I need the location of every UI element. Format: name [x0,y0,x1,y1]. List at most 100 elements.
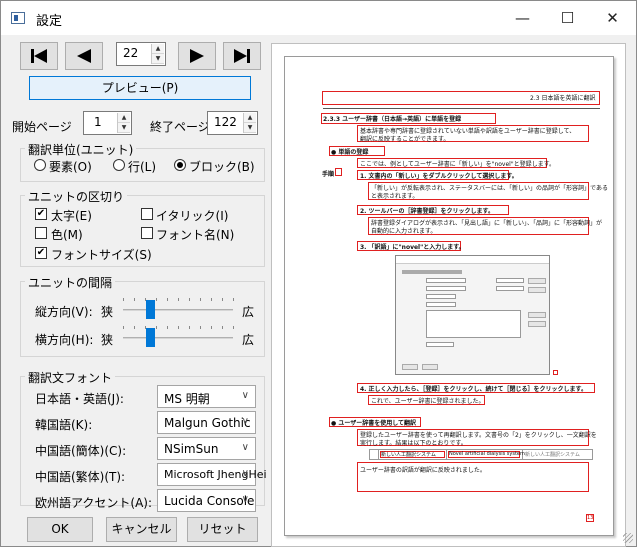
maximize-button[interactable]: ☐ [545,1,590,35]
color-checkbox[interactable] [35,227,47,239]
cancel-button[interactable]: キャンセル [106,517,177,542]
vertical-slider-tick [211,298,212,301]
font-ko-select[interactable]: Malgun Gothic ∨ [157,411,256,434]
chevron-down-icon: ∨ [241,442,249,453]
end-page-spinner[interactable]: 122 ▲ ▼ [207,111,258,135]
font-size-label[interactable]: フォントサイズ(S) [51,246,152,263]
font-eu-select[interactable]: Lucida Console ∨ [157,489,256,512]
radio-element-label[interactable]: 要素(O) [49,158,92,175]
ok-button[interactable]: OK [27,517,93,542]
italic-checkbox[interactable] [141,208,153,220]
spin-down-icon[interactable]: ▼ [244,123,256,133]
minimize-button[interactable]: — [500,1,545,35]
vertical-slider-tick [167,298,168,301]
vertical-slider-tick [123,298,124,301]
next-page-button[interactable] [178,42,216,70]
vertical-slider-tick [156,298,157,301]
start-page-spinner[interactable]: 1 ▲ ▼ [83,111,132,135]
end-page-label: 終了ページ [150,120,210,134]
chevron-down-icon: ∨ [241,390,249,401]
doc-step-2-note-2: 自動的に入力されます。 [371,228,437,235]
first-page-icon [31,49,47,63]
font-name-label[interactable]: フォント名(N) [156,226,234,243]
reset-button[interactable]: リセット [187,517,258,542]
vertical-slider-tick [134,298,135,301]
spin-down-icon[interactable]: ▼ [152,54,164,64]
resize-grip-icon[interactable] [623,533,633,543]
preview-pane[interactable]: 2.3 日本語を英語に翻訳 2.3.3 ユーザー辞書（日本語→英語）に単語を登録… [271,43,626,547]
spacing-group-title: ユニットの間隔 [25,274,116,291]
end-page-arrows[interactable]: ▲ ▼ [243,113,256,133]
vertical-spacing-thumb[interactable] [146,300,155,319]
font-ja-select[interactable]: MS 明朝 ∨ [157,385,256,408]
unit-group-title: 翻訳単位(ユニット) [25,141,137,158]
horizontal-wide-label: 広 [242,333,255,347]
vertical-slider-tick [233,298,234,301]
radio-line[interactable] [113,159,125,171]
start-page-value: 1 [94,115,102,129]
bold-label[interactable]: 太字(E) [51,207,92,224]
doc-intro-2: 翻訳に反映することができます。 [360,136,450,143]
doc-bullet-2: ● ユーザー辞書を使用して翻訳 [331,420,417,427]
vertical-spacing-label: 縦方向(V): [35,305,93,319]
title-bar: 設定 — ☐ ✕ [1,1,636,35]
page-spinner-arrows[interactable]: ▲ ▼ [151,44,164,64]
start-page-arrows[interactable]: ▲ ▼ [117,113,130,133]
horizontal-slider-tick [178,326,179,329]
font-size-checkbox[interactable]: ✔ [35,247,47,259]
start-page-label: 開始ページ [12,120,72,134]
doc-example: ここでは、例としてユーザー辞書に「新しい」を"novel"と登録します。 [360,161,556,168]
radio-element[interactable] [34,159,46,171]
font-ko-value: Malgun Gothic [164,416,251,430]
side-label-box [335,168,342,176]
horizontal-slider-tick [189,326,190,329]
horizontal-spacing-track[interactable] [123,337,233,339]
doc-use-2: 実行します。結果は以下のとおりです。 [360,440,467,447]
italic-label[interactable]: イタリック(I) [156,207,228,224]
spin-down-icon[interactable]: ▼ [118,123,130,133]
bold-checkbox[interactable]: ✔ [35,208,47,220]
horizontal-slider-tick [156,326,157,329]
font-zh-cn-select[interactable]: NSimSun ∨ [157,437,256,460]
font-ja-value: MS 明朝 [164,392,210,406]
chevron-down-icon: ∨ [241,416,249,427]
color-label[interactable]: 色(M) [51,226,83,243]
spin-up-icon[interactable]: ▲ [152,44,164,54]
radio-line-label[interactable]: 行(L) [128,158,156,175]
doc-table-a: 新しい人工翻訳システム [381,452,436,458]
radio-block-label[interactable]: ブロック(B) [189,158,255,175]
radio-block[interactable] [174,159,186,171]
doc-header: 2.3 日本語を英語に翻訳 [530,95,596,102]
font-zh-cn-label: 中国語(簡体)(C): [35,444,127,458]
doc-step-2: 2. ツールバーの［辞書登録］をクリックします。 [360,208,494,215]
last-page-button[interactable] [223,42,261,70]
vertical-spacing-track[interactable] [123,309,233,311]
vertical-wide-label: 広 [242,305,255,319]
font-ko-label: 韓国語(K): [35,418,93,432]
preview-button[interactable]: プレビュー(P) [29,76,251,100]
font-zh-tw-select[interactable]: Microsoft JhengHei ∨ [157,463,267,486]
last-page-icon [234,49,250,63]
horizontal-slider-tick [145,326,146,329]
doc-table-c: 新しい人工翻訳システム [525,452,580,458]
font-zh-tw-value: Microsoft JhengHei [164,468,267,481]
embedded-dialog-image [395,255,550,375]
horizontal-slider-tick [167,326,168,329]
end-page-value: 122 [214,115,237,129]
horizontal-spacing-thumb[interactable] [146,328,155,347]
doc-step-4: 4. 正しく入力したら、［登録］をクリックし、続けて［閉じる］をクリックします。 [360,386,587,393]
chevron-down-icon: ∨ [241,468,249,479]
spin-up-icon[interactable]: ▲ [118,113,130,123]
font-name-checkbox[interactable] [141,227,153,239]
font-ja-label: 日本語・英語(J): [35,392,124,406]
horizontal-narrow-label: 狭 [101,333,114,347]
doc-step-4-note: これで、ユーザー辞書に登録されました。 [371,398,485,405]
previous-page-button[interactable] [65,42,103,70]
page-number-spinner[interactable]: 22 ▲ ▼ [116,42,166,66]
vertical-slider-tick [145,298,146,301]
font-zh-tw-label: 中国語(繁体)(T): [35,470,126,484]
spin-up-icon[interactable]: ▲ [244,113,256,123]
horizontal-slider-tick [134,326,135,329]
first-page-button[interactable] [20,42,58,70]
close-button[interactable]: ✕ [590,1,635,35]
